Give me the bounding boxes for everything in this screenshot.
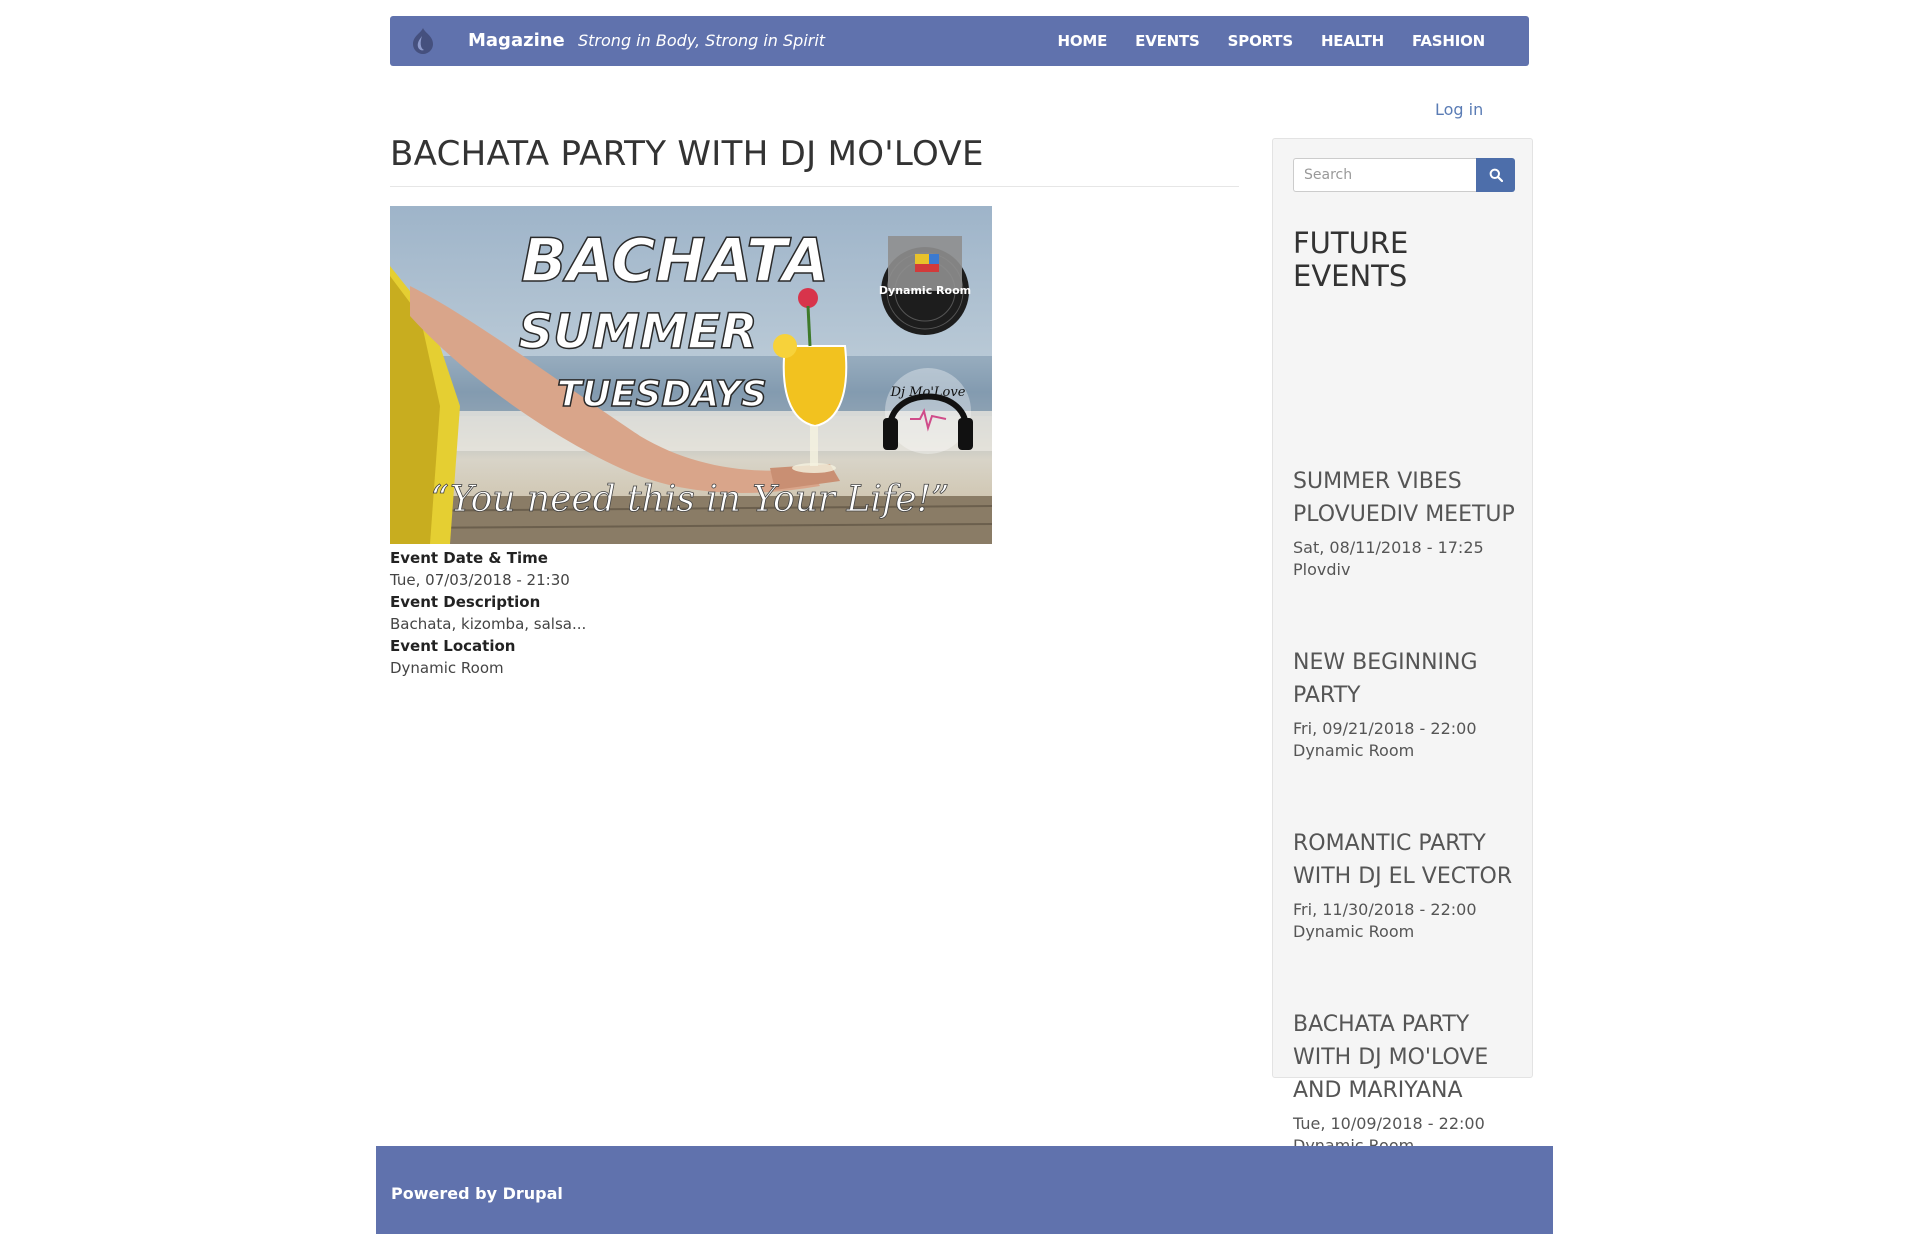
poster-headline-1: BACHATA xyxy=(521,226,829,296)
field-label: Event Date & Time xyxy=(390,549,548,567)
event-date: Fri, 11/30/2018 - 22:00 xyxy=(1293,900,1477,919)
sidebar: FUTURE EVENTS SUMMER VIBES PLOVUEDIV MEE… xyxy=(1272,138,1533,1155)
site-name-link[interactable]: Magazine xyxy=(468,16,565,66)
event-title-link[interactable]: BACHATA PARTY WITH DJ MO'LOVE AND MARIYA… xyxy=(1293,1008,1518,1107)
event-title-link[interactable]: NEW BEGINNING PARTY xyxy=(1293,646,1518,712)
dynamic-room-logo-icon: Dynamic Room xyxy=(879,236,971,335)
poster-logo-2-text: Dj Mo'Love xyxy=(890,385,966,400)
site-slogan: Strong in Body, Strong in Spirit xyxy=(578,31,826,50)
drupal-logo-icon[interactable] xyxy=(408,26,438,56)
field-label: Event Location xyxy=(390,637,516,655)
event-date: Sat, 08/11/2018 - 17:25 xyxy=(1293,538,1484,557)
nav-item-events[interactable]: EVENTS xyxy=(1121,16,1214,66)
poster-tagline: “You need this in Your Life!” xyxy=(431,479,950,520)
poster-headline-3: TUESDAYS xyxy=(557,374,767,415)
event-date: Fri, 09/21/2018 - 22:00 xyxy=(1293,719,1477,738)
search-input[interactable] xyxy=(1293,158,1476,192)
event-title-link[interactable]: SUMMER VIBES PLOVUEDIV MEETUP xyxy=(1293,465,1518,531)
event-date-value: Tue, 07/03/2018 - 21:30 xyxy=(390,571,570,589)
page-title: BACHATA PARTY WITH DJ MO'LOVE xyxy=(390,134,1239,187)
list-item: SUMMER VIBES PLOVUEDIV MEETUP Sat, 08/11… xyxy=(1293,465,1518,581)
nav-item-health[interactable]: HEALTH xyxy=(1307,16,1398,66)
field-date: Event Date & Time Tue, 07/03/2018 - 21:3… xyxy=(390,547,990,591)
event-location: Plovdiv xyxy=(1293,560,1351,579)
event-poster-graphic: BACHATA SUMMER TUESDAYS “You need this i… xyxy=(390,206,992,544)
list-item: NEW BEGINNING PARTY Fri, 09/21/2018 - 22… xyxy=(1293,646,1518,762)
powered-by-link[interactable]: Powered by Drupal xyxy=(391,1184,563,1203)
field-description: Event Description Bachata, kizomba, sals… xyxy=(390,591,990,635)
poster-headline-2: SUMMER xyxy=(519,304,758,360)
event-fields: Event Date & Time Tue, 07/03/2018 - 21:3… xyxy=(390,547,990,679)
list-item: ROMANTIC PARTY WITH DJ EL VECTOR Fri, 11… xyxy=(1293,827,1518,943)
event-description-value: Bachata, kizomba, salsa... xyxy=(390,615,587,633)
future-events-heading: FUTURE EVENTS xyxy=(1293,226,1409,293)
top-navbar: Magazine Strong in Body, Strong in Spiri… xyxy=(390,16,1529,66)
event-location-value: Dynamic Room xyxy=(390,659,504,677)
site-footer: Powered by Drupal xyxy=(376,1146,1553,1234)
nav-item-sports[interactable]: SPORTS xyxy=(1214,16,1307,66)
search-icon xyxy=(1489,168,1503,182)
event-date: Tue, 10/09/2018 - 22:00 xyxy=(1293,1114,1485,1133)
poster-logo-1-text: Dynamic Room xyxy=(879,284,971,297)
search-form xyxy=(1293,158,1515,192)
field-location: Event Location Dynamic Room xyxy=(390,635,990,679)
login-link[interactable]: Log in xyxy=(1435,100,1483,119)
field-label: Event Description xyxy=(390,593,541,611)
event-location: Dynamic Room xyxy=(1293,741,1415,760)
nav-item-fashion[interactable]: FASHION xyxy=(1398,16,1499,66)
event-poster-image: BACHATA SUMMER TUESDAYS “You need this i… xyxy=(390,206,992,544)
search-button[interactable] xyxy=(1476,158,1515,192)
nav-item-home[interactable]: HOME xyxy=(1043,16,1121,66)
event-title-link[interactable]: ROMANTIC PARTY WITH DJ EL VECTOR xyxy=(1293,827,1518,893)
main-menu: HOME EVENTS SPORTS HEALTH FASHION xyxy=(1043,16,1499,66)
list-item: BACHATA PARTY WITH DJ MO'LOVE AND MARIYA… xyxy=(1293,1008,1518,1157)
event-location: Dynamic Room xyxy=(1293,922,1415,941)
